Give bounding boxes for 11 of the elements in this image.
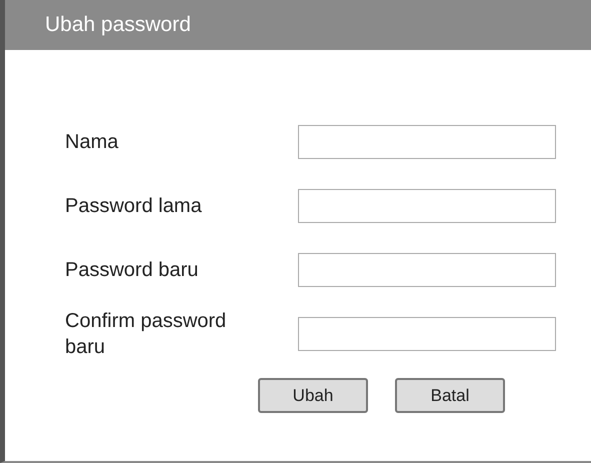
field-label: Confirm password baru — [65, 309, 228, 360]
field-label: Password lama — [65, 194, 203, 219]
dialog-button[interactable]: Batal — [395, 378, 505, 413]
field-label: Password baru — [65, 258, 200, 283]
input-field[interactable] — [298, 317, 556, 351]
input-field[interactable] — [298, 253, 556, 287]
input-field[interactable] — [298, 189, 556, 223]
field-label: Nama — [65, 130, 120, 155]
window-title: Ubah password — [45, 13, 191, 37]
dialog-button[interactable]: Ubah — [258, 378, 368, 413]
input-field[interactable] — [298, 125, 556, 159]
